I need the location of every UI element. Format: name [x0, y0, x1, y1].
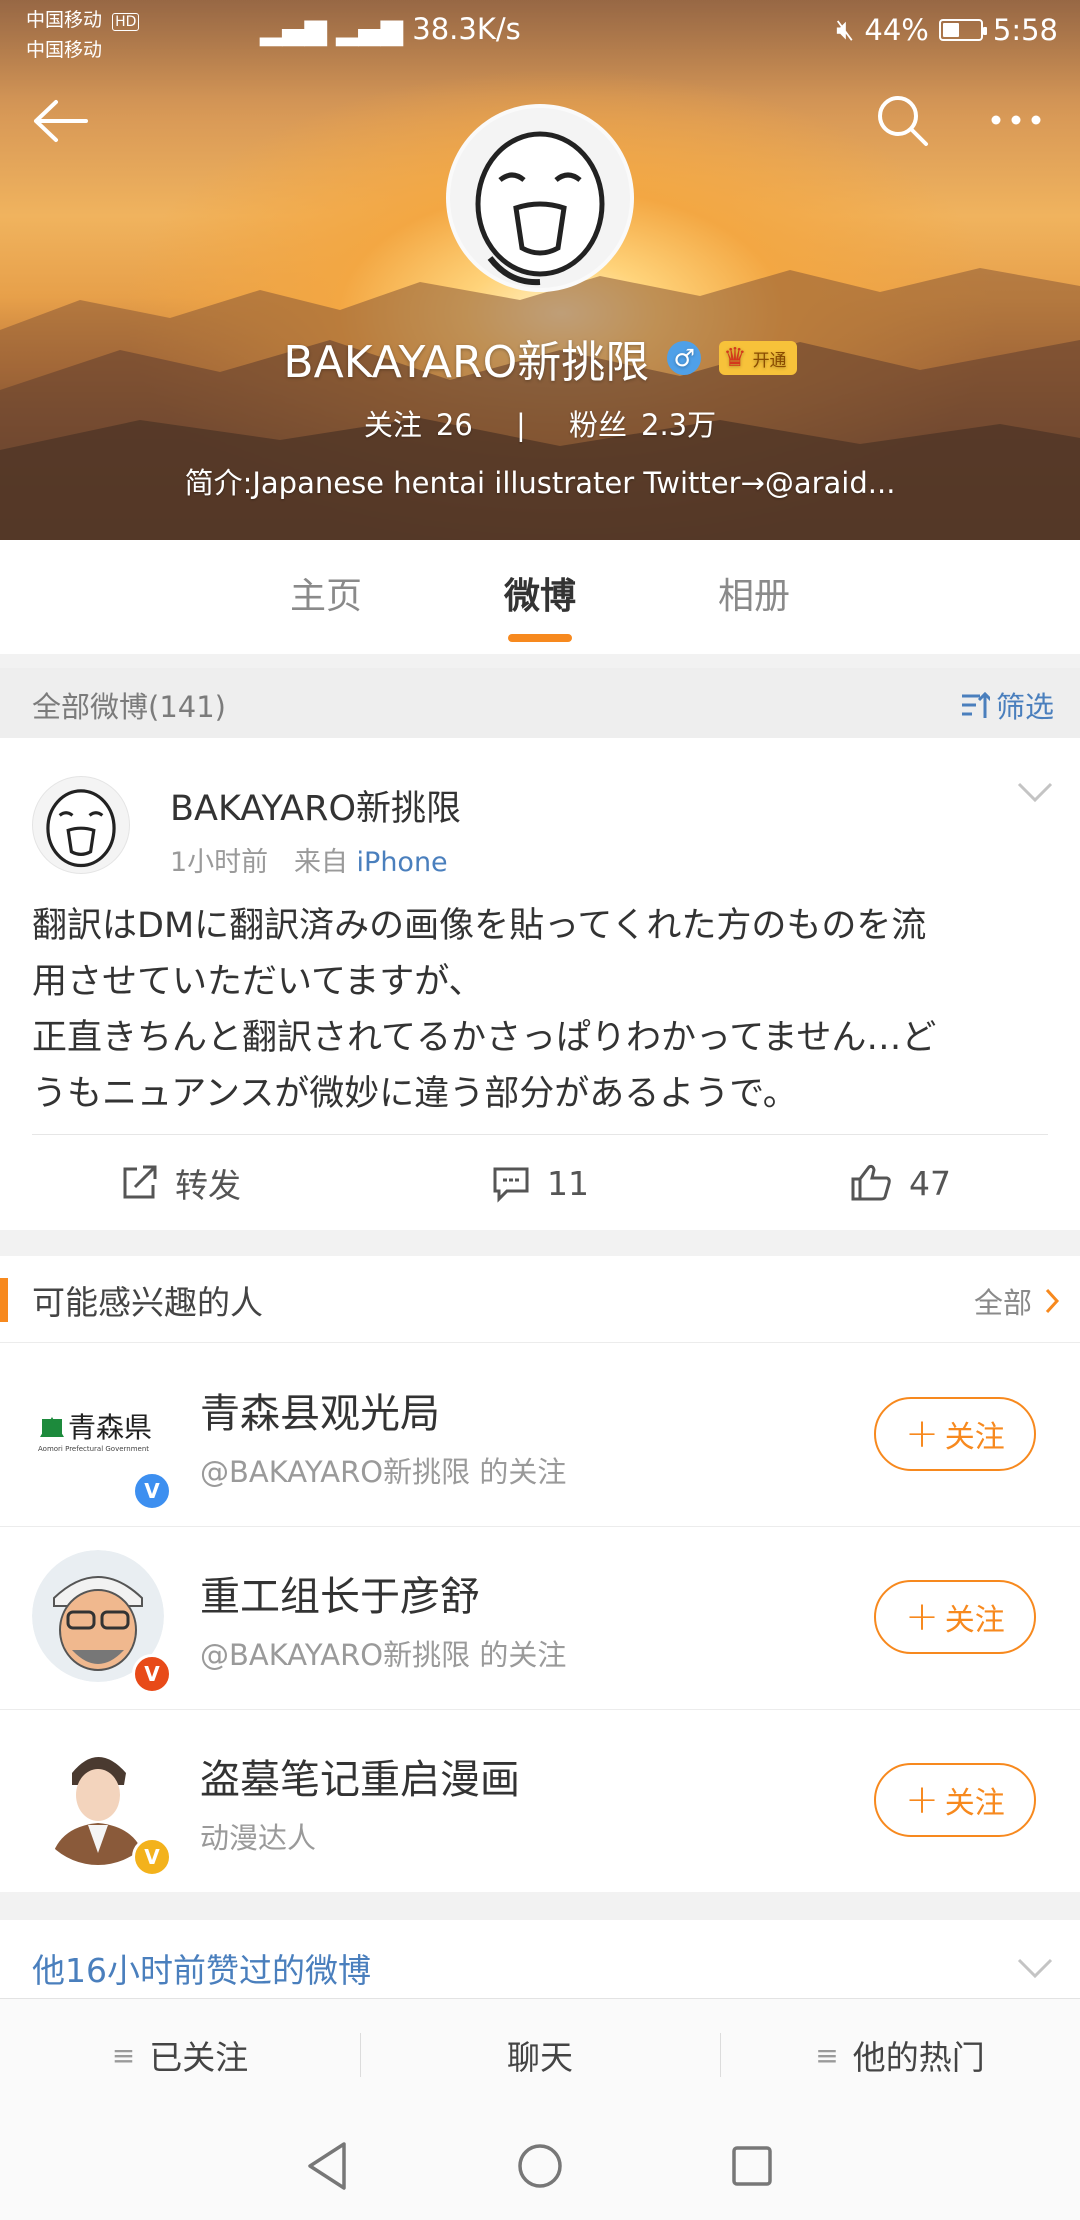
avatar-face-icon [46, 789, 116, 868]
profile-stats: 关注 26 | 粉丝 2.3万 [363, 408, 717, 442]
back-button[interactable] [30, 96, 90, 146]
like-button[interactable]: 47 [720, 1136, 1080, 1230]
signal-icon: ▂▄▆ ▂▄▆ [260, 12, 404, 46]
nav-home-icon[interactable] [512, 2138, 568, 2194]
post-author-name[interactable]: BAKAYARO新挑限 [170, 780, 461, 831]
tab-weibo[interactable]: 微博 [433, 540, 647, 654]
suggested-header: 可能感兴趣的人 全部 [0, 1256, 1080, 1343]
weibo-count: 全部微博(141) [32, 690, 226, 724]
more-button[interactable] [986, 100, 1046, 140]
bottom-toolbar: ≡ 已关注 聊天 ≡ 他的热门 [0, 1998, 1080, 2111]
avatar-face-icon [475, 131, 605, 286]
suggested-title: 可能感兴趣的人 [32, 1283, 263, 1322]
carrier-2: 中国移动 [26, 39, 103, 61]
logo-text: 青森県 [68, 1411, 152, 1444]
verified-badge: V [132, 1654, 172, 1694]
carrier-1: 中国移动 [26, 9, 103, 31]
nav-back-icon[interactable] [302, 2138, 358, 2194]
suggested-reason: @BAKAYARO新挑限 的关注 [200, 1638, 567, 1672]
verified-badge: V [132, 1837, 172, 1877]
vip-badge[interactable]: ♛ 开通 [719, 341, 797, 375]
suggested-row[interactable]: V 重工组长于彦舒 @BAKAYARO新挑限 的关注 + 关注 [0, 1526, 1080, 1710]
comment-button[interactable]: 11 [360, 1136, 720, 1230]
nav-recents-icon[interactable] [724, 2138, 780, 2194]
battery-icon [938, 18, 987, 41]
filter-bar: 全部微博(141) 筛选 [0, 668, 1080, 738]
filter-button[interactable]: 筛选 [960, 684, 1054, 726]
post-text: 翻訳はDMに翻訳済みの画像を貼ってくれた方のものを流 用させていただいてますが、… [32, 906, 937, 1114]
follow-button[interactable]: + 关注 [874, 1763, 1036, 1837]
post-source: iPhone [356, 847, 448, 878]
view-all-button[interactable]: 全部 [974, 1280, 1060, 1322]
menu-lines-icon: ≡ [111, 2038, 136, 2072]
network-info: ▂▄▆ ▂▄▆ 38.3K/s [260, 12, 521, 46]
system-status: 🔇︎ 44% 5:58 [836, 12, 1058, 47]
thumbs-up-icon [851, 1164, 891, 1201]
logo-subtext: Aomori Prefectural Government [38, 1445, 149, 1453]
chevron-down-icon[interactable] [1016, 1954, 1054, 1982]
suggested-name[interactable]: 重工组长于彦舒 [200, 1564, 480, 1622]
repost-button[interactable]: 转发 [0, 1136, 360, 1230]
filter-icon [961, 691, 990, 718]
follow-button[interactable]: + 关注 [874, 1580, 1036, 1654]
chevron-down-icon[interactable] [1016, 778, 1054, 806]
comment-icon [493, 1167, 529, 1203]
suggested-reason: 动漫达人 [200, 1821, 317, 1855]
battery-percent: 44% [864, 12, 929, 47]
post-time: 1小时前 [170, 847, 269, 878]
post-meta: 1小时前 来自 iPhone [170, 847, 448, 878]
mute-icon: 🔇︎ [836, 12, 855, 46]
chevron-right-icon [1045, 1288, 1060, 1314]
status-bar: 中国移动 HD 中国移动 ▂▄▆ ▂▄▆ 38.3K/s 🔇︎ 44% 5:58 [0, 0, 1080, 64]
back-arrow-icon [34, 100, 88, 142]
net-speed: 38.3K/s [412, 12, 521, 46]
verified-badge: V [132, 1471, 172, 1511]
suggested-reason: @BAKAYARO新挑限 的关注 [200, 1455, 567, 1489]
profile-bio[interactable]: 简介:Japanese hentai illustrater Twitter→@… [0, 460, 1080, 502]
liked-title[interactable]: 他16小时前赞过的微博 [32, 1944, 371, 1992]
followed-button[interactable]: ≡ 已关注 [0, 1999, 360, 2111]
suggested-name[interactable]: 青森县观光局 [200, 1381, 440, 1439]
divider [32, 1134, 1048, 1135]
suggested-name[interactable]: 盗墓笔记重启漫画 [200, 1747, 520, 1805]
suggested-row[interactable]: V 盗墓笔记重启漫画 动漫达人 + 关注 [0, 1709, 1080, 1892]
chat-button[interactable]: 聊天 [360, 1999, 720, 2111]
profile-tabs: 主页 微博 相册 [0, 540, 1080, 654]
liked-posts-section[interactable]: 他16小时前赞过的微博 [0, 1920, 1080, 2000]
more-dots-icon [991, 115, 1041, 125]
suggested-people: 可能感兴趣的人 全部 青森県 Aomori Prefectural Govern… [0, 1256, 1080, 1892]
follow-button[interactable]: + 关注 [874, 1397, 1036, 1471]
profile-name-row: BAKAYARO新挑限 ♂ ♛ 开通 [0, 326, 1080, 390]
search-icon [878, 96, 928, 146]
hot-posts-button[interactable]: ≡ 他的热门 [720, 1999, 1080, 2111]
repost-icon [123, 1165, 157, 1199]
post-actions: 转发 11 47 [0, 1136, 1080, 1230]
gender-male-icon: ♂ [667, 341, 702, 375]
profile-name: BAKAYARO新挑限 [283, 337, 650, 388]
vip-label: 开通 [752, 350, 787, 371]
accent-bar [0, 1278, 8, 1322]
hd-badge: HD [112, 13, 140, 31]
tab-album[interactable]: 相册 [647, 540, 861, 654]
following-stat[interactable]: 关注 26 [364, 408, 473, 442]
weibo-post[interactable]: BAKAYARO新挑限 1小时前 来自 iPhone 翻訳はDMに翻訳済みの画像… [0, 738, 1080, 1230]
post-author-avatar[interactable] [32, 776, 130, 874]
menu-lines-icon: ≡ [815, 2038, 839, 2072]
crown-icon: ♛ [723, 343, 747, 373]
clock: 5:58 [992, 12, 1058, 47]
search-button[interactable] [874, 92, 930, 148]
followers-stat[interactable]: 粉丝 2.3万 [569, 408, 716, 442]
suggested-row[interactable]: 青森県 Aomori Prefectural Government V 青森县观… [0, 1343, 1080, 1527]
system-navigation-bar [0, 2110, 1080, 2220]
profile-avatar[interactable] [446, 104, 634, 292]
carrier-info: 中国移动 HD 中国移动 [26, 6, 140, 64]
profile-header: 中国移动 HD 中国移动 ▂▄▆ ▂▄▆ 38.3K/s 🔇︎ 44% 5:58 [0, 0, 1080, 540]
tab-home[interactable]: 主页 [219, 540, 433, 654]
